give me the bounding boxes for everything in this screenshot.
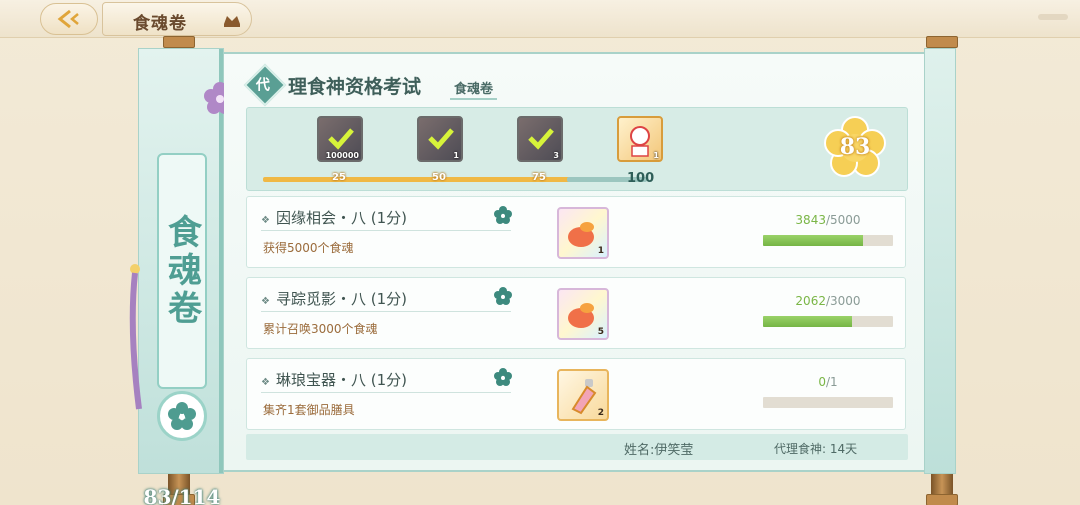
task-progress-text: 0/1 (763, 375, 893, 389)
reward-quantity: 3 (553, 151, 559, 160)
scroll-side-panel: 食魂卷 83/114 (129, 48, 236, 505)
task-divider (261, 230, 511, 231)
milestone-rewards: 100000 1 3 1 25 50 75 100 83 (246, 107, 908, 191)
task-progress-bar (763, 235, 893, 246)
progress-total: /3000 (825, 294, 861, 308)
acting-duration: 代理食神: 14天 (774, 442, 858, 456)
exam-badge: 代 (243, 63, 287, 107)
task-progress-text: 3843/5000 (763, 213, 893, 227)
progress-fill (763, 316, 853, 327)
task-name: 因缘相会・八 (1分) (261, 207, 407, 228)
reward-quantity: 2 (597, 408, 604, 418)
top-bar: 食魂卷 (0, 0, 1080, 38)
scroll-side-panel-right (924, 48, 956, 474)
rod-cap (926, 36, 958, 48)
milestone-marker: 75 (527, 170, 551, 188)
rod-cap (163, 36, 195, 48)
milestone-reward-3[interactable]: 3 (517, 116, 563, 162)
exam-badge-text: 代 (255, 77, 270, 94)
back-button[interactable] (40, 3, 98, 35)
page-title-tab: 食魂卷 (102, 2, 252, 36)
flower-icon (494, 368, 512, 386)
milestone-marker: 50 (427, 170, 451, 188)
reward-quantity: 1 (597, 246, 604, 256)
flower-icon (494, 287, 512, 305)
check-icon (328, 128, 354, 150)
check-icon (428, 128, 454, 150)
check-icon (528, 128, 554, 150)
milestone-reward-4[interactable]: 1 (617, 116, 663, 162)
task-progress-bar (763, 316, 893, 327)
progress-total: /5000 (825, 213, 861, 227)
flower-emblem-icon (168, 402, 196, 430)
milestone-reward-1[interactable]: 100000 (317, 116, 363, 162)
progress-fill (763, 235, 863, 246)
page-title: 食魂卷 (133, 14, 187, 34)
flower-icon (494, 206, 512, 224)
exam-title-text: 理食神资格考试 (288, 75, 422, 98)
vertical-title: 食魂卷 (161, 214, 202, 328)
task-progress-bar (763, 397, 893, 408)
progress-total: /1 (825, 375, 838, 389)
milestone-marker: 25 (327, 170, 351, 188)
reward-quantity: 1 (453, 151, 459, 160)
collection-count: 83/114 (143, 485, 221, 505)
reward-quantity: 1 (653, 151, 659, 160)
milestone-label: 100 (627, 171, 655, 186)
current-score: 83 (839, 134, 871, 160)
milestone-label: 50 (432, 172, 446, 183)
milestone-reward-2[interactable]: 1 (417, 116, 463, 162)
exam-footer: 姓名:伊笑莹 代理食神: 14天 (246, 434, 908, 460)
vertical-title-plaque: 食魂卷 (157, 153, 207, 389)
rod-cap (926, 494, 958, 505)
examinee-name: 姓名:伊笑莹 (624, 443, 694, 458)
progress-current: 2062 (795, 294, 826, 308)
tassel-icon (129, 264, 142, 410)
milestone-marker: 100 (627, 170, 655, 188)
task-progress-text: 2062/3000 (763, 294, 893, 308)
task-row: 寻踪觅影・八 (1分) 累计召唤3000个食魂 5 2062/3000 (246, 277, 906, 349)
progress-current: 0 (818, 375, 826, 389)
task-divider (261, 392, 511, 393)
task-row: 因缘相会・八 (1分) 获得5000个食魂 1 3843/5000 (246, 196, 906, 268)
task-reward[interactable]: 2 (557, 369, 609, 421)
task-row: 琳琅宝器・八 (1分) 集齐1套御品膳具 2 0/1 (246, 358, 906, 430)
task-divider (261, 311, 511, 312)
task-description: 累计召唤3000个食魂 (263, 322, 378, 336)
task-name: 寻踪觅影・八 (1分) (261, 288, 407, 309)
collection-emblem (157, 391, 207, 441)
milestone-label: 75 (532, 172, 546, 183)
milestone-label: 25 (332, 172, 346, 183)
reward-quantity: 5 (597, 327, 604, 337)
task-reward[interactable]: 1 (557, 207, 609, 259)
reward-quantity: 100000 (325, 151, 359, 160)
back-arrow-icon (57, 9, 79, 29)
progress-current: 3843 (795, 213, 826, 227)
exam-title: 代 理食神资格考试 (243, 63, 422, 107)
task-name: 琳琅宝器・八 (1分) (261, 369, 407, 390)
chef-hat-icon (224, 16, 240, 27)
menu-handle[interactable] (1038, 14, 1068, 20)
task-reward[interactable]: 5 (557, 288, 609, 340)
task-description: 集齐1套御品膳具 (263, 403, 355, 417)
task-description: 获得5000个食魂 (263, 241, 354, 255)
exam-subtitle: 食魂卷 (450, 78, 498, 100)
